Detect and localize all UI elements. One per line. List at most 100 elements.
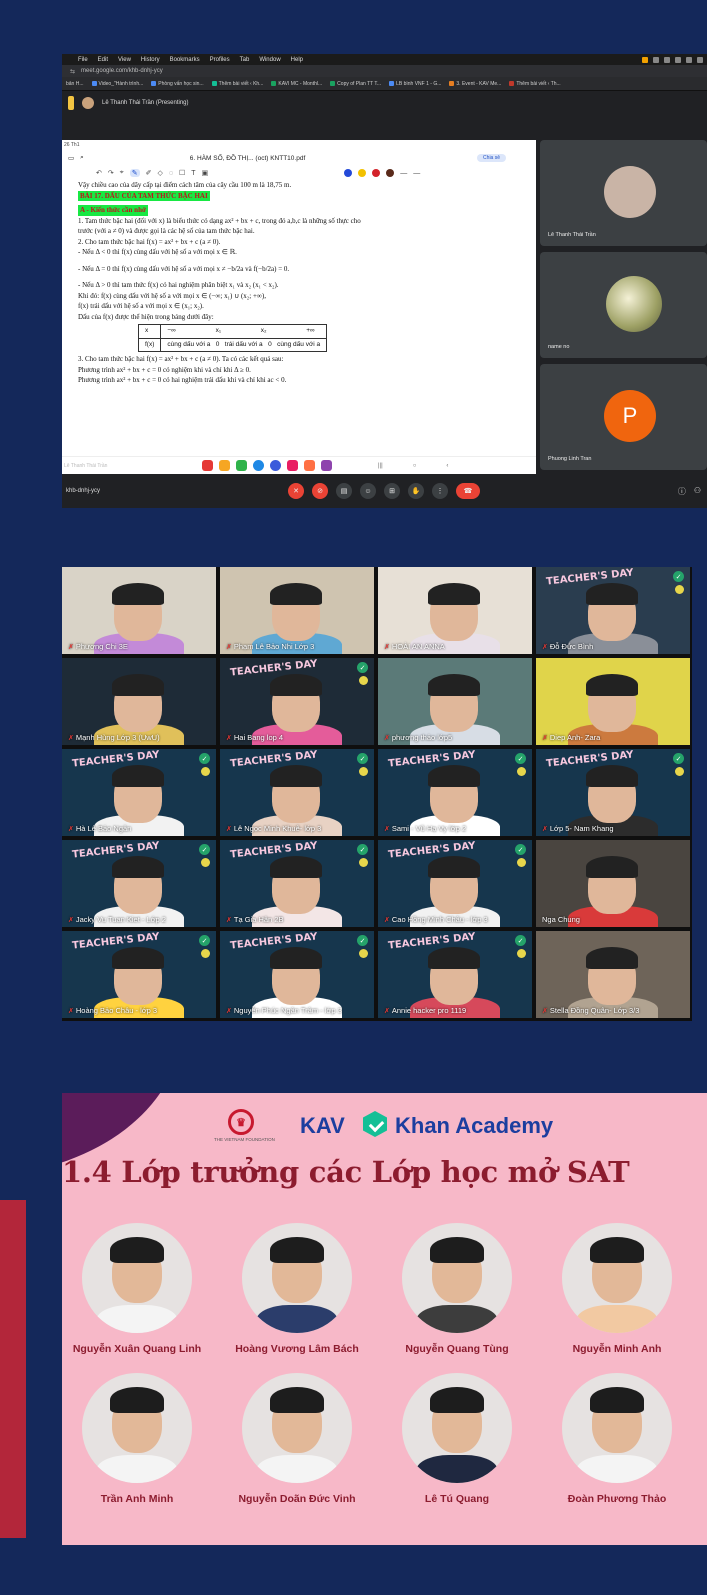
bookmark-item[interactable]: Phòng vấn học sin...: [151, 81, 204, 87]
undo-icon[interactable]: ↶: [96, 169, 102, 177]
image-icon[interactable]: ▣: [202, 169, 209, 177]
text-icon[interactable]: T: [191, 170, 195, 177]
bookmark-item[interactable]: LB bình VNF 1 - G...: [389, 81, 441, 87]
participant-tile[interactable]: TEACHER'S DAY ✓ ✗ Lê Ngọc Minh Khuê- lớp 3: [220, 749, 374, 836]
bookmark-item[interactable]: bản H...: [66, 81, 84, 87]
app-icon[interactable]: [270, 460, 281, 471]
menu-tab[interactable]: Tab: [240, 57, 250, 63]
people-icon[interactable]: ⚇: [694, 486, 701, 497]
highlighter-icon[interactable]: ✐: [146, 169, 152, 177]
bookmark-item[interactable]: 3. Event - KAV Me...: [449, 81, 501, 87]
present-icon[interactable]: ⊞: [384, 483, 400, 499]
status-icon[interactable]: [675, 56, 681, 63]
status-icon[interactable]: [642, 56, 648, 63]
wifi-icon[interactable]: [686, 56, 692, 63]
participant-tile[interactable]: ✗ Stella Đồng Quân- Lớp 3/3: [536, 931, 690, 1018]
status-icon[interactable]: [653, 56, 659, 63]
app-icon[interactable]: [287, 460, 298, 471]
color-red[interactable]: [372, 169, 381, 177]
participant-tile[interactable]: TEACHER'S DAY ✓ ✗ Hà Lê Bảo Ngân: [62, 749, 216, 836]
menu-profiles[interactable]: Profiles: [210, 57, 230, 63]
menu-bookmarks[interactable]: Bookmarks: [170, 57, 200, 63]
participant-tile[interactable]: ✗ Diep Anh- Zara: [536, 658, 690, 745]
participant-tile[interactable]: P Phuong Linh Tran: [540, 364, 707, 470]
participant-tile[interactable]: Lê Thanh Thái Trần: [540, 140, 707, 246]
pen-icon[interactable]: ✎: [129, 169, 140, 177]
participant-tile[interactable]: TEACHER'S DAY ✓ ✗ Annie hacker pro 1119: [378, 931, 532, 1018]
bookmark-item[interactable]: Video_"Hành trình...: [91, 81, 143, 87]
app-icon[interactable]: [321, 460, 332, 471]
raise-hand-icon[interactable]: ✋: [408, 483, 424, 499]
menu-view[interactable]: View: [118, 57, 131, 63]
color-brown[interactable]: [386, 169, 395, 177]
home-icon[interactable]: ○: [413, 463, 417, 469]
participant-tile[interactable]: ✗ phương thảo lớp5: [378, 658, 532, 745]
participant-tile[interactable]: TEACHER'S DAY ✓ ✗ Jacky Vu Tuan Kiet - Lớp …: [62, 840, 216, 927]
color-blue[interactable]: [344, 169, 353, 177]
menu-window[interactable]: Window: [259, 57, 280, 63]
khan-academy-logo-icon: [363, 1111, 387, 1137]
sticker-icon: [359, 767, 368, 776]
participant-tile[interactable]: TEACHER'S DAY ✓ ✗ Lớp 5- Nam Khang: [536, 749, 690, 836]
participant-name-label: ✗ Hoàng Bảo Châu - lớp 3: [68, 1006, 158, 1015]
app-icon[interactable]: [236, 460, 247, 471]
app-icon[interactable]: [219, 460, 230, 471]
app-icon[interactable]: [253, 460, 264, 471]
shared-screen: 26 Th1 ▭ ⌕ 6. HÀM SỐ, ĐỒ THỊ... (oct) KN…: [62, 140, 536, 474]
sign-table: x −∞ x₁ x₂ +∞ f(x) cùng dấu với a 0 trái…: [137, 324, 328, 352]
bookmark-item[interactable]: Thêm bài viết ‹ Th...: [509, 81, 561, 87]
file-icon[interactable]: ▭: [68, 154, 74, 162]
participant-tile[interactable]: Nga Chung: [536, 840, 690, 927]
info-icon[interactable]: ⓘ: [678, 486, 686, 497]
redo-icon[interactable]: ↷: [108, 169, 114, 177]
participant-tile[interactable]: ✗ Phương Chi 3E: [62, 567, 216, 654]
eraser-icon[interactable]: ◇: [157, 169, 162, 177]
pdf-filename[interactable]: 6. HÀM SỐ, ĐỒ THỊ... (oct) KNTT10.pdf: [190, 155, 305, 162]
participant-tile[interactable]: TEACHER'S DAY ✓ ✗ Sami - Vũ Hạ Vy lớp 2: [378, 749, 532, 836]
participant-tile[interactable]: ✗ Phạm Lê Bảo Nhi Lớp 3: [220, 567, 374, 654]
presenting-indicator: [68, 96, 74, 110]
participant-tile[interactable]: TEACHER'S DAY ✓ ✗ Cao Hồng Minh Châu - lớp …: [378, 840, 532, 927]
hang-up-icon[interactable]: ☎: [456, 483, 480, 499]
bookmark-item[interactable]: KAVI MC - Monthl...: [271, 81, 322, 87]
participant-tile[interactable]: TEACHER'S DAY ✓ ✗ Hoàng Bảo Châu - lớp 3: [62, 931, 216, 1018]
line-thick-icon[interactable]: —: [413, 170, 420, 177]
participant-tile[interactable]: TEACHER'S DAY ✓ ✗ Nguyễn Phúc Ngân Trâm - l…: [220, 931, 374, 1018]
participant-tile[interactable]: ✗ HOÀI AN ANNA: [378, 567, 532, 654]
shapes-icon[interactable]: ☐: [179, 169, 185, 177]
url-text[interactable]: meet.google.com/khb-dnhj-ycy: [81, 68, 163, 74]
camera-off-icon[interactable]: ⊘: [312, 483, 328, 499]
select-icon[interactable]: ⌖: [120, 169, 124, 177]
search-icon[interactable]: [697, 56, 703, 63]
app-icon[interactable]: [202, 460, 213, 471]
recents-icon[interactable]: |||: [378, 463, 383, 469]
participant-tile[interactable]: TEACHER'S DAY ✓ ✗ Hai Bang lop 4: [220, 658, 374, 745]
line-thin-icon[interactable]: —: [400, 170, 407, 177]
share-button[interactable]: Chia sẻ: [477, 154, 506, 162]
lasso-icon[interactable]: ◌: [169, 170, 173, 177]
status-icon[interactable]: [664, 56, 670, 63]
more-options-icon[interactable]: ⋮: [432, 483, 448, 499]
shield-icon: ✓: [357, 935, 368, 946]
menu-edit[interactable]: Edit: [98, 57, 108, 63]
address-bar[interactable]: ⇆ meet.google.com/khb-dnhj-ycy: [62, 65, 707, 77]
menu-history[interactable]: History: [141, 57, 160, 63]
mic-off-icon[interactable]: ✕: [288, 483, 304, 499]
participant-tile[interactable]: TEACHER'S DAY ✓ ✗ Tạ Gia Hân 2B: [220, 840, 374, 927]
mic-muted-icon: ✗: [384, 644, 390, 651]
emoji-icon[interactable]: ☺: [360, 483, 376, 499]
bookmark-item[interactable]: Thêm bài viết ‹ Kh...: [211, 81, 263, 87]
participant-tile[interactable]: TEACHER'S DAY ✓ ✗ Đỗ Đức Bình: [536, 567, 690, 654]
participant-tile[interactable]: ✗ Mạnh Hùng Lớp 3 (UwU): [62, 658, 216, 745]
app-icon[interactable]: [304, 460, 315, 471]
menu-help[interactable]: Help: [291, 57, 303, 63]
participant-tile[interactable]: name no: [540, 252, 707, 358]
back-icon[interactable]: ‹: [446, 463, 448, 469]
table-cell: x: [137, 324, 162, 339]
bookmark-item[interactable]: Copy of Plan TT T...: [330, 81, 381, 87]
menu-file[interactable]: File: [78, 57, 88, 63]
search-icon[interactable]: ⌕: [80, 154, 84, 162]
captions-icon[interactable]: ▤: [336, 483, 352, 499]
site-settings-icon[interactable]: ⇆: [70, 68, 75, 75]
color-yellow[interactable]: [358, 169, 367, 177]
